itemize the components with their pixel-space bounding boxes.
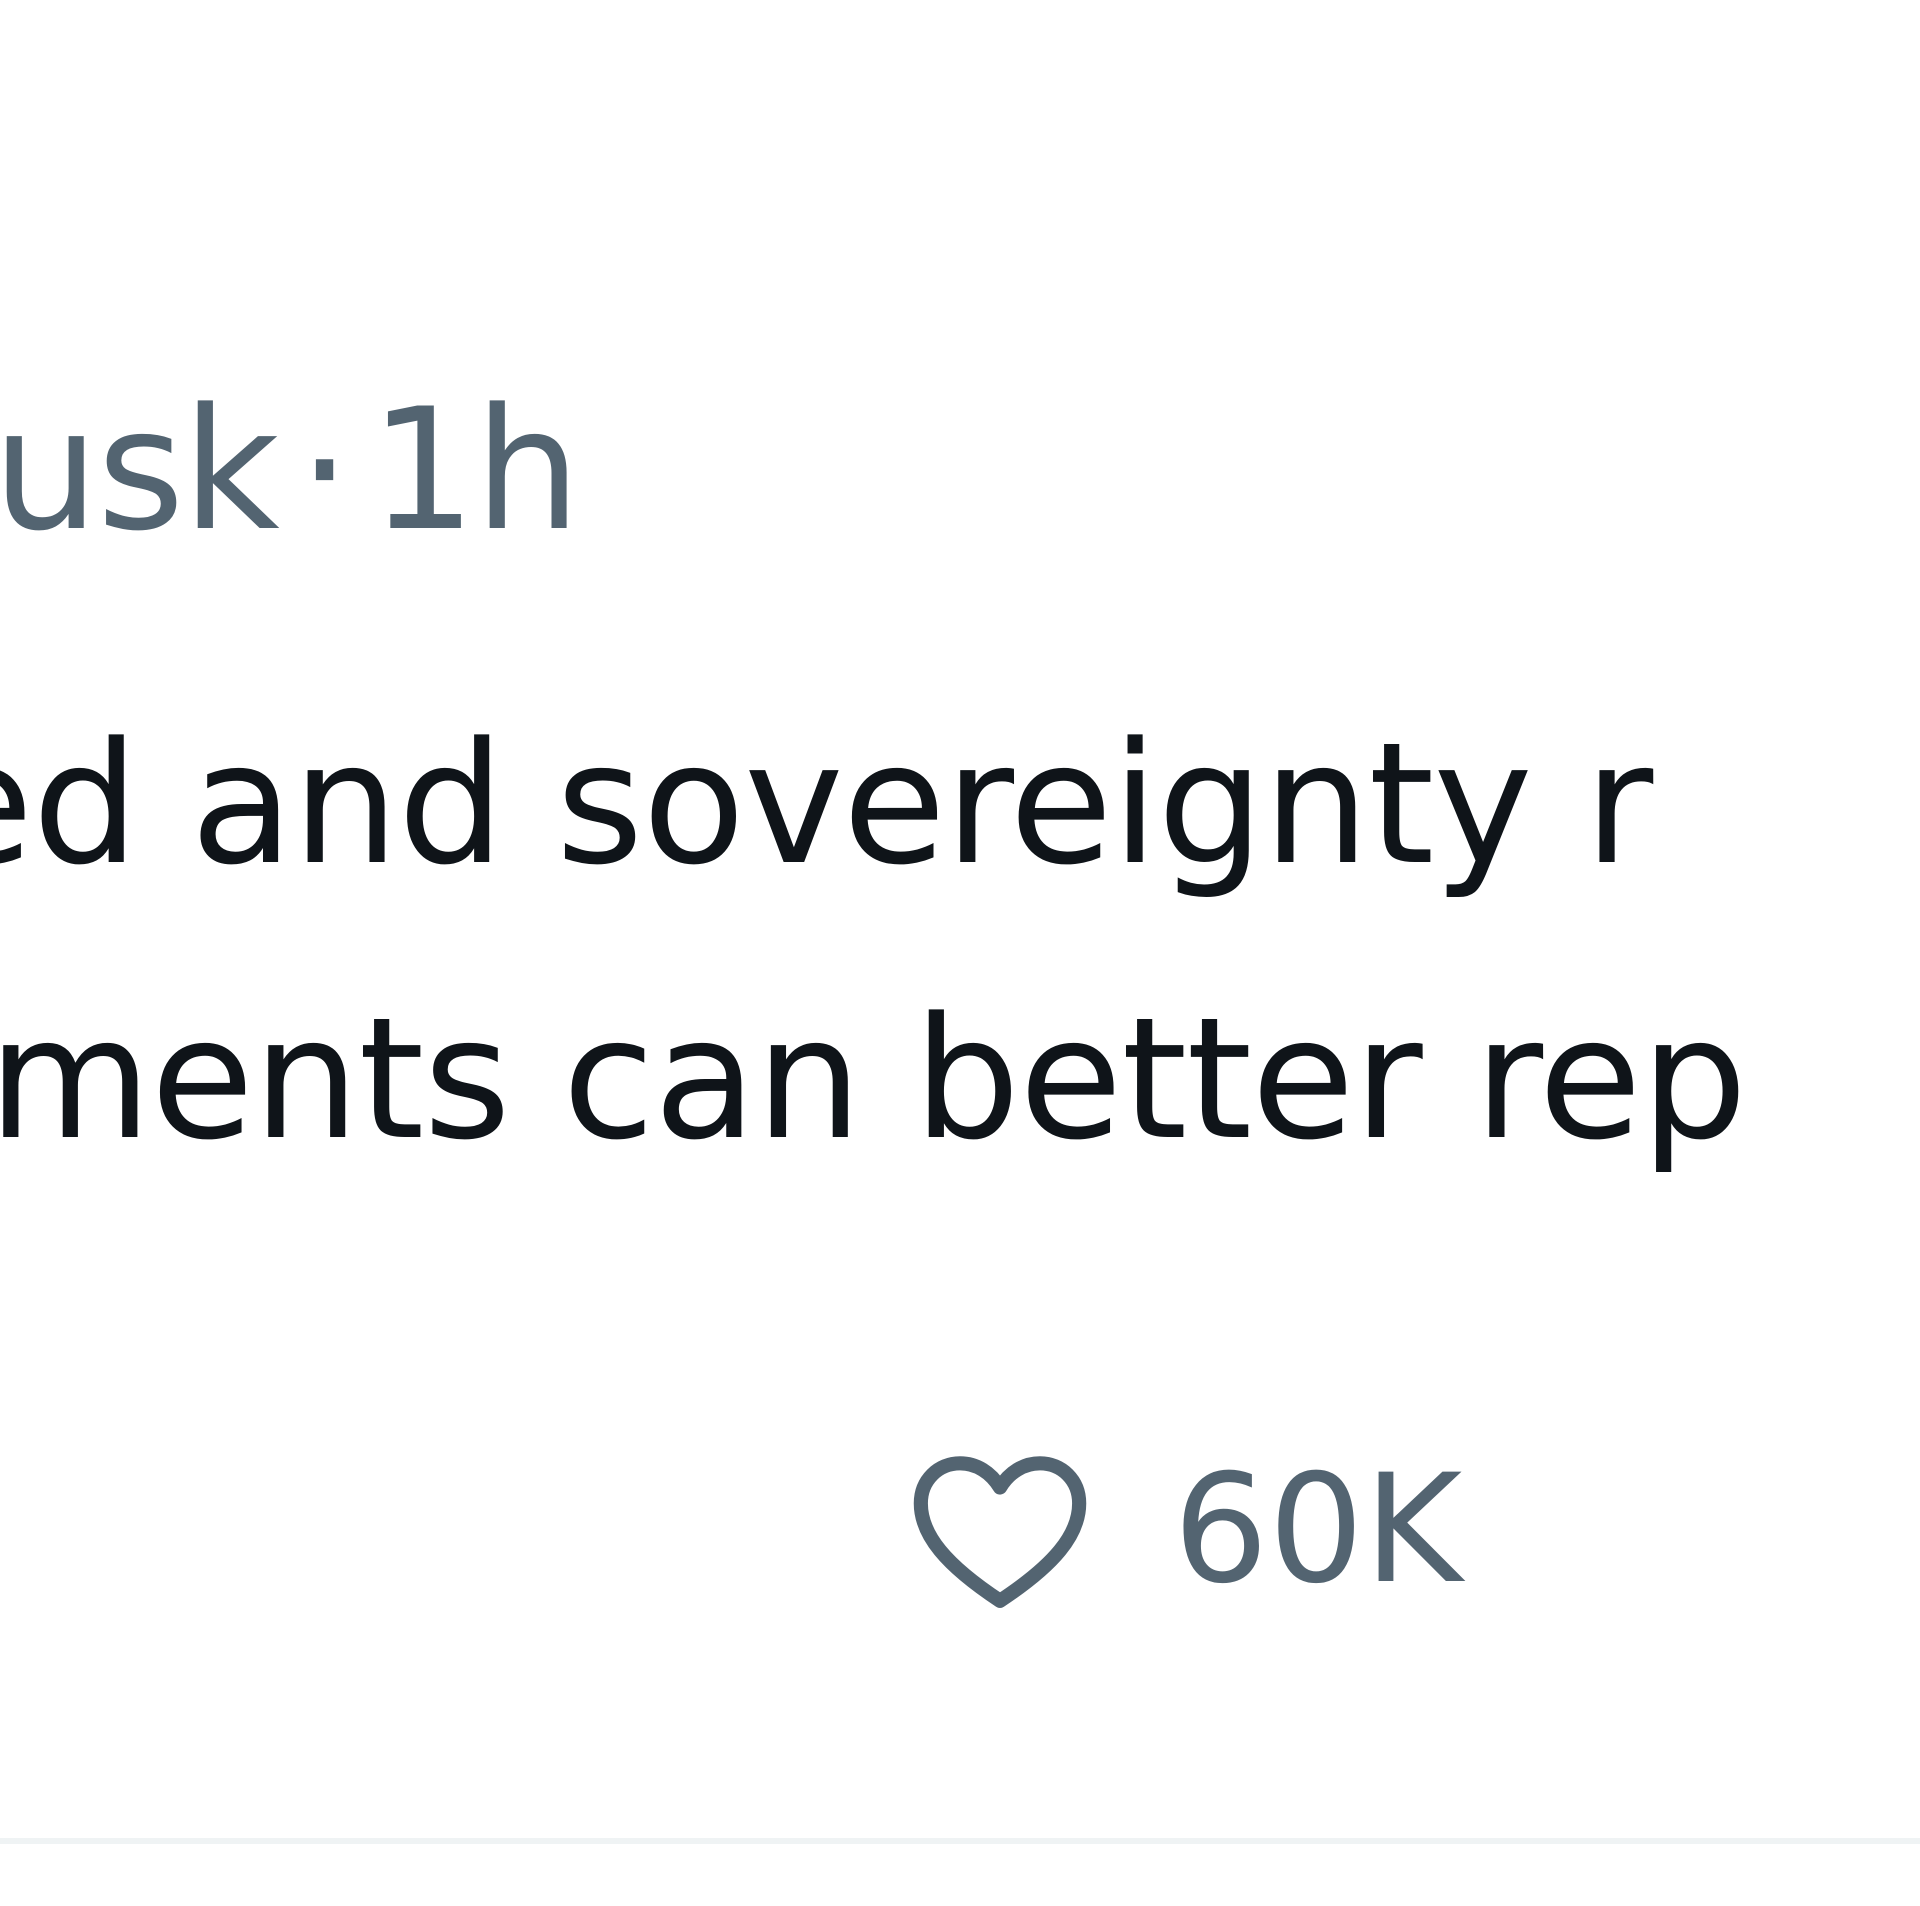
author-handle[interactable]: nusk bbox=[0, 372, 280, 568]
tweet-text-line: ed and sovereignty r bbox=[0, 706, 1653, 902]
tweet-text-line: ments can better rep bbox=[0, 981, 1747, 1177]
tweet-card: nusk·1h ed and sovereignty r ments can b… bbox=[0, 0, 1920, 1906]
heart-icon bbox=[913, 1456, 1087, 1608]
tweet-timestamp[interactable]: 1h bbox=[370, 372, 581, 568]
like-count: 60K bbox=[1173, 1443, 1463, 1617]
meta-separator: · bbox=[297, 372, 351, 568]
tweet-meta: nusk·1h bbox=[0, 386, 581, 554]
tweet-divider bbox=[0, 1838, 1920, 1844]
like-button[interactable]: 60K bbox=[895, 1430, 1462, 1630]
